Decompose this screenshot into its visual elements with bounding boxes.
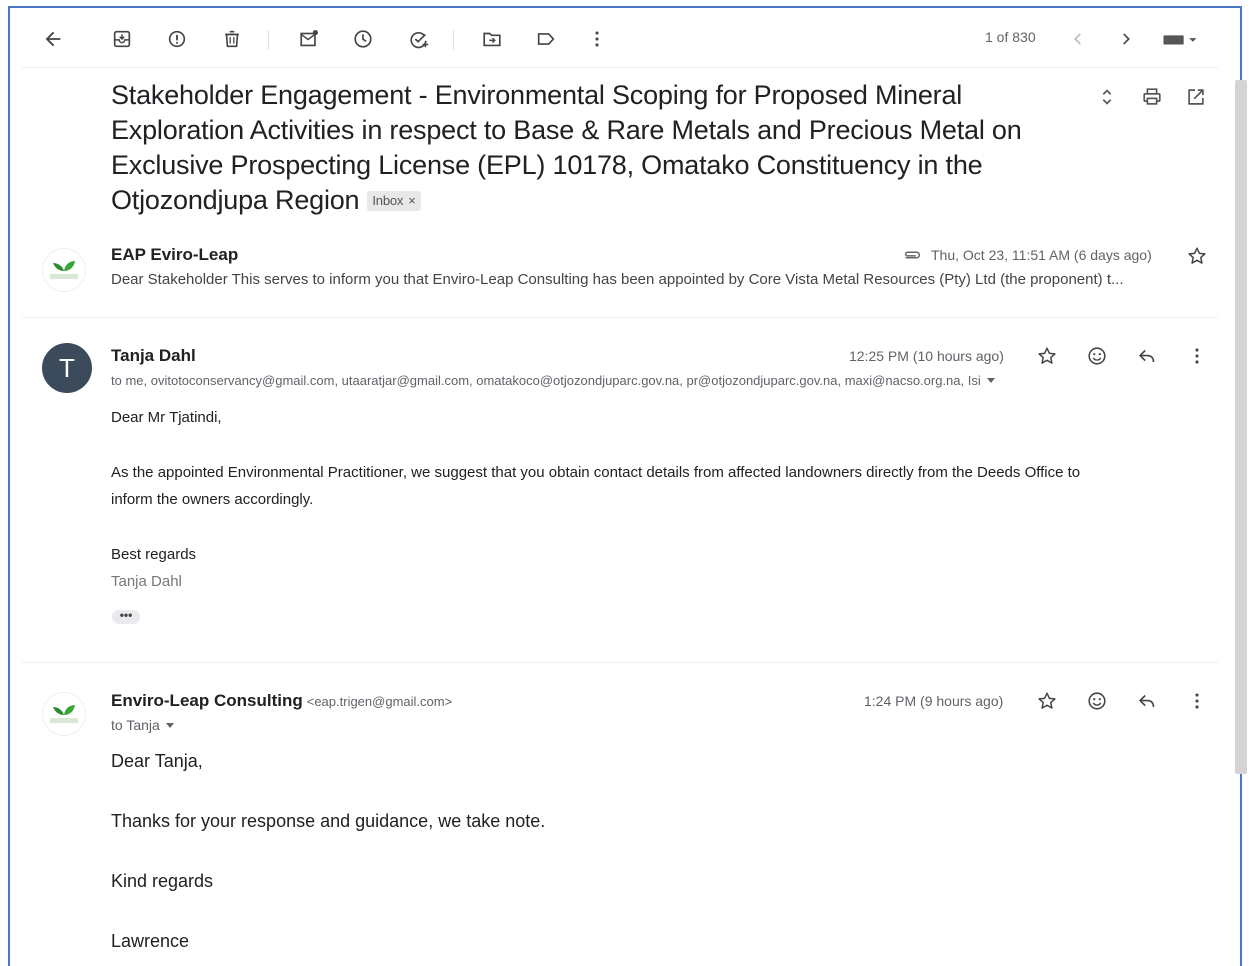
star-icon[interactable] <box>1034 343 1060 369</box>
label-icon[interactable] <box>533 26 559 52</box>
message-divider <box>22 317 1218 318</box>
sender-name[interactable]: Enviro-Leap Consulting <box>111 691 303 710</box>
recipients-text: to me, ovitotoconservancy@gmail.com, uta… <box>111 373 981 388</box>
add-task-icon[interactable] <box>406 26 432 52</box>
attachment-icon <box>899 242 925 268</box>
message-date: 12:25 PM (10 hours ago) <box>849 348 1004 364</box>
next-icon[interactable] <box>1113 26 1139 52</box>
reply-icon[interactable] <box>1134 343 1160 369</box>
recipients-line[interactable]: to Tanja <box>111 717 174 733</box>
inbox-label-chip[interactable]: Inbox × <box>367 191 421 211</box>
prev-icon[interactable] <box>1065 26 1091 52</box>
remove-label-icon[interactable]: × <box>408 193 416 208</box>
scrollbar[interactable] <box>1235 80 1247 774</box>
message-paragraph: As the appointed Environmental Practitio… <box>111 464 1081 481</box>
recipients-line[interactable]: to me, ovitotoconservancy@gmail.com, uta… <box>111 373 995 388</box>
chevron-down-icon[interactable] <box>165 723 174 728</box>
message-snippet[interactable]: Dear Stakeholder This serves to inform y… <box>111 271 1211 288</box>
avatar <box>42 692 86 736</box>
toolbar-divider <box>268 30 269 50</box>
snooze-icon[interactable] <box>350 26 376 52</box>
subject-text: Stakeholder Engagement - Environmental S… <box>111 80 1022 215</box>
enviro-leap-logo-icon <box>50 261 78 279</box>
inbox-label-text: Inbox <box>372 193 404 208</box>
archive-icon[interactable] <box>109 26 135 52</box>
toolbar-divider <box>453 30 454 50</box>
message-closing: Best regards <box>111 546 197 563</box>
emoji-icon[interactable] <box>1084 688 1110 714</box>
delete-icon[interactable] <box>219 26 245 52</box>
toolbar: 1 of 830 <box>10 8 1244 68</box>
keyboard-icon[interactable] <box>1158 26 1202 52</box>
avatar <box>42 248 86 292</box>
move-to-icon[interactable] <box>479 26 505 52</box>
message-closing: Kind regards <box>111 871 214 891</box>
message-signature: Tanja Dahl <box>111 573 182 590</box>
toolbar-divider-line <box>22 67 1218 68</box>
star-icon[interactable] <box>1034 688 1060 714</box>
open-new-window-icon[interactable] <box>1185 86 1209 110</box>
pager-count: 1 of 830 <box>985 29 1036 45</box>
message-date: Thu, Oct 23, 11:51 AM (6 days ago) <box>931 247 1152 263</box>
message-date: 1:24 PM (9 hours ago) <box>864 693 1004 709</box>
sender-name[interactable]: EAP Eviro-Leap <box>111 245 238 265</box>
message-divider <box>22 662 1218 663</box>
star-icon[interactable] <box>1184 243 1210 269</box>
recipients-text: to Tanja <box>111 717 160 733</box>
message-paragraph: Thanks for your response and guidance, w… <box>111 811 546 831</box>
message-paragraph: inform the owners accordingly. <box>111 491 314 508</box>
print-icon[interactable] <box>1141 86 1165 110</box>
back-arrow-icon[interactable] <box>40 26 66 52</box>
mark-unread-icon[interactable] <box>296 26 322 52</box>
sender-line[interactable]: Enviro-Leap Consulting <eap.trigen@gmail.… <box>111 691 452 711</box>
emoji-icon[interactable] <box>1084 343 1110 369</box>
message-greeting: Dear Tanja, <box>111 751 203 771</box>
enviro-leap-logo-icon <box>50 705 78 723</box>
message-greeting: Dear Mr Tjatindi, <box>111 409 222 426</box>
sender-name[interactable]: Tanja Dahl <box>111 346 196 366</box>
more-vert-icon[interactable] <box>584 26 610 52</box>
show-trimmed-content-button[interactable]: ••• <box>112 609 140 624</box>
message-signature: Lawrence <box>111 931 190 951</box>
chevron-down-icon[interactable] <box>986 378 995 383</box>
email-viewer: 1 of 830 Stakeholder Engagement - Enviro… <box>8 6 1247 966</box>
more-vert-icon[interactable] <box>1184 343 1210 369</box>
avatar: T <box>42 343 92 393</box>
sender-email: <eap.trigen@gmail.com> <box>306 694 453 709</box>
reply-icon[interactable] <box>1134 688 1160 714</box>
more-vert-icon[interactable] <box>1184 688 1210 714</box>
expand-all-icon[interactable] <box>1096 86 1120 110</box>
report-spam-icon[interactable] <box>164 26 190 52</box>
email-subject: Stakeholder Engagement - Environmental S… <box>111 78 1061 218</box>
